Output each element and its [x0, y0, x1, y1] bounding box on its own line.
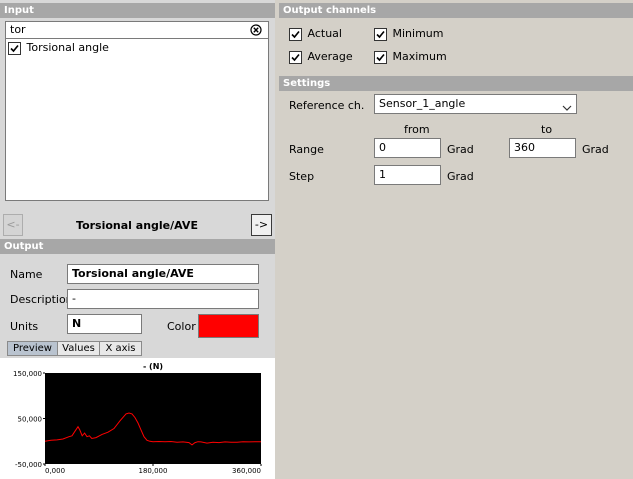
output-channels-header: Output channels — [279, 3, 633, 18]
y-tick-label: 150,000 — [13, 370, 42, 378]
prev-channel-button[interactable]: <- — [3, 214, 23, 236]
preview-chart-svg: - (N) 150,000 50,000 -50,0000,000 180,000 360… — [13, 362, 262, 475]
units-field[interactable]: N — [67, 314, 142, 334]
actual-checkbox[interactable]: Actual — [289, 27, 342, 41]
name-field[interactable]: Torsional angle/AVE — [67, 264, 259, 284]
tab-values[interactable]: Values — [57, 341, 100, 356]
from-label: from — [404, 123, 430, 136]
chart-title: - (N) — [143, 362, 163, 371]
current-channel-label: Torsional angle/AVE — [76, 219, 198, 232]
range-from-field[interactable]: 0 — [374, 138, 441, 158]
settings-header: Settings — [279, 76, 633, 91]
average-label: Average — [307, 50, 353, 63]
reference-value: Sensor_1_angle — [379, 97, 466, 110]
minimum-checkbox[interactable]: Minimum — [374, 27, 443, 41]
range-label: Range — [289, 143, 324, 156]
list-item-checkbox[interactable] — [8, 41, 21, 55]
description-field[interactable]: - — [67, 289, 259, 309]
color-swatch[interactable] — [198, 314, 259, 338]
tab-x-axis[interactable]: X axis — [99, 341, 142, 356]
average-checkbox[interactable]: Average — [289, 50, 353, 64]
x-tick-label: 180,000 — [139, 467, 168, 475]
step-field[interactable]: 1 — [374, 165, 441, 185]
to-label: to — [541, 123, 553, 136]
chevron-down-icon[interactable] — [562, 100, 572, 111]
x-tick-label: 360,000 — [232, 467, 261, 475]
name-label: Name — [10, 268, 43, 281]
plot-area — [45, 373, 261, 464]
description-label: Description — [10, 293, 73, 306]
input-header: Input — [0, 3, 275, 18]
output-header: Output — [0, 239, 275, 254]
tab-preview[interactable]: Preview — [7, 341, 58, 356]
input-channel-list[interactable] — [5, 39, 269, 201]
next-channel-button[interactable]: -> — [251, 214, 272, 236]
reference-label: Reference ch. — [289, 99, 365, 112]
range-to-unit: Grad — [582, 143, 609, 156]
units-label: Units — [10, 320, 39, 333]
clear-search-icon[interactable] — [250, 24, 262, 36]
color-label: Color — [167, 320, 196, 333]
search-value: tor — [10, 23, 26, 36]
y-tick-label: -50,000 — [15, 461, 42, 469]
input-search-field[interactable]: tor — [5, 21, 269, 39]
reference-select[interactable]: Sensor_1_angle — [374, 94, 577, 114]
y-tick-label: 50,000 — [18, 416, 43, 424]
list-item[interactable]: Torsional angle — [8, 41, 109, 56]
step-unit: Grad — [447, 170, 474, 183]
maximum-label: Maximum — [392, 50, 447, 63]
list-item-label: Torsional angle — [26, 41, 109, 54]
step-label: Step — [289, 170, 315, 183]
maximum-checkbox[interactable]: Maximum — [374, 50, 447, 64]
preview-chart: - (N) 150,000 50,000 -50,000 0,000 180,000 360… — [0, 358, 275, 479]
x-tick-label: 0,000 — [45, 467, 65, 475]
minimum-label: Minimum — [392, 27, 444, 40]
range-from-unit: Grad — [447, 143, 474, 156]
range-to-field[interactable]: 360 — [509, 138, 576, 158]
actual-label: Actual — [307, 27, 342, 40]
